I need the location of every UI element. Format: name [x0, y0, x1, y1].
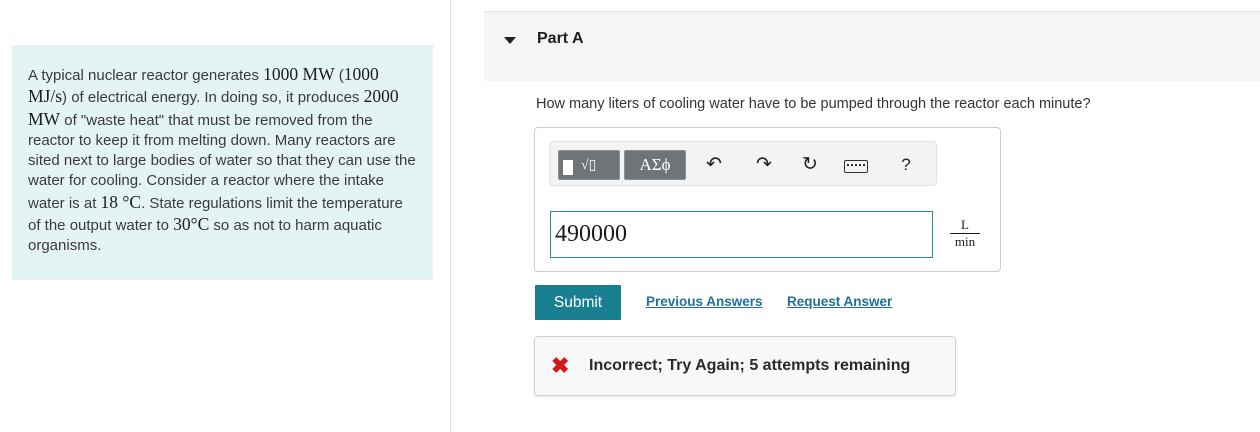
keyboard-shortcuts-button[interactable]: [844, 154, 870, 176]
keyboard-icon: [844, 160, 868, 173]
math-power: 1000 MW: [263, 64, 335, 84]
math-toolbar: √▯ ΑΣϕ ↶ ↷ ↻ ?: [549, 141, 937, 186]
column-divider: [450, 0, 451, 432]
incorrect-x-icon: ✖: [551, 353, 570, 378]
problem-text: ) of electrical energy. In doing so, it …: [62, 89, 364, 107]
reset-icon[interactable]: ↻: [799, 154, 821, 176]
sqrt-template-icon: √▯: [581, 158, 597, 173]
math-output-temp: 30°C: [173, 214, 210, 235]
symbols-button[interactable]: ΑΣϕ: [624, 150, 686, 180]
undo-icon[interactable]: ↶: [703, 154, 725, 176]
submit-button[interactable]: Submit: [535, 285, 621, 320]
answer-input[interactable]: 490000: [550, 211, 933, 258]
unit-denominator: min: [954, 234, 976, 249]
templates-button[interactable]: √▯: [558, 150, 620, 180]
unit-fraction: L min: [950, 217, 980, 250]
request-answer-link[interactable]: Request Answer: [787, 294, 892, 309]
collapse-caret-icon[interactable]: [504, 37, 516, 44]
part-title: Part A: [537, 30, 584, 47]
feedback-box: ✖ Incorrect; Try Again; 5 attempts remai…: [534, 336, 956, 396]
part-header[interactable]: Part A: [484, 11, 1260, 81]
help-icon[interactable]: ?: [895, 154, 917, 176]
redo-icon[interactable]: ↷: [753, 154, 775, 176]
math-intake-temp: 18 °C: [100, 191, 142, 212]
previous-answers-link[interactable]: Previous Answers: [646, 294, 763, 309]
answer-area: √▯ ΑΣϕ ↶ ↷ ↻ ? 490000 L min: [534, 127, 1001, 272]
template-block-icon: [563, 160, 573, 175]
question-text: How many liters of cooling water have to…: [536, 96, 1091, 112]
problem-text: A typical nuclear reactor generates: [28, 67, 264, 84]
problem-statement: A typical nuclear reactor generates 1000…: [12, 45, 433, 280]
problem-text: (: [334, 67, 344, 84]
unit-numerator: L: [950, 217, 980, 234]
feedback-message: Incorrect; Try Again; 5 attempts remaini…: [589, 357, 911, 374]
